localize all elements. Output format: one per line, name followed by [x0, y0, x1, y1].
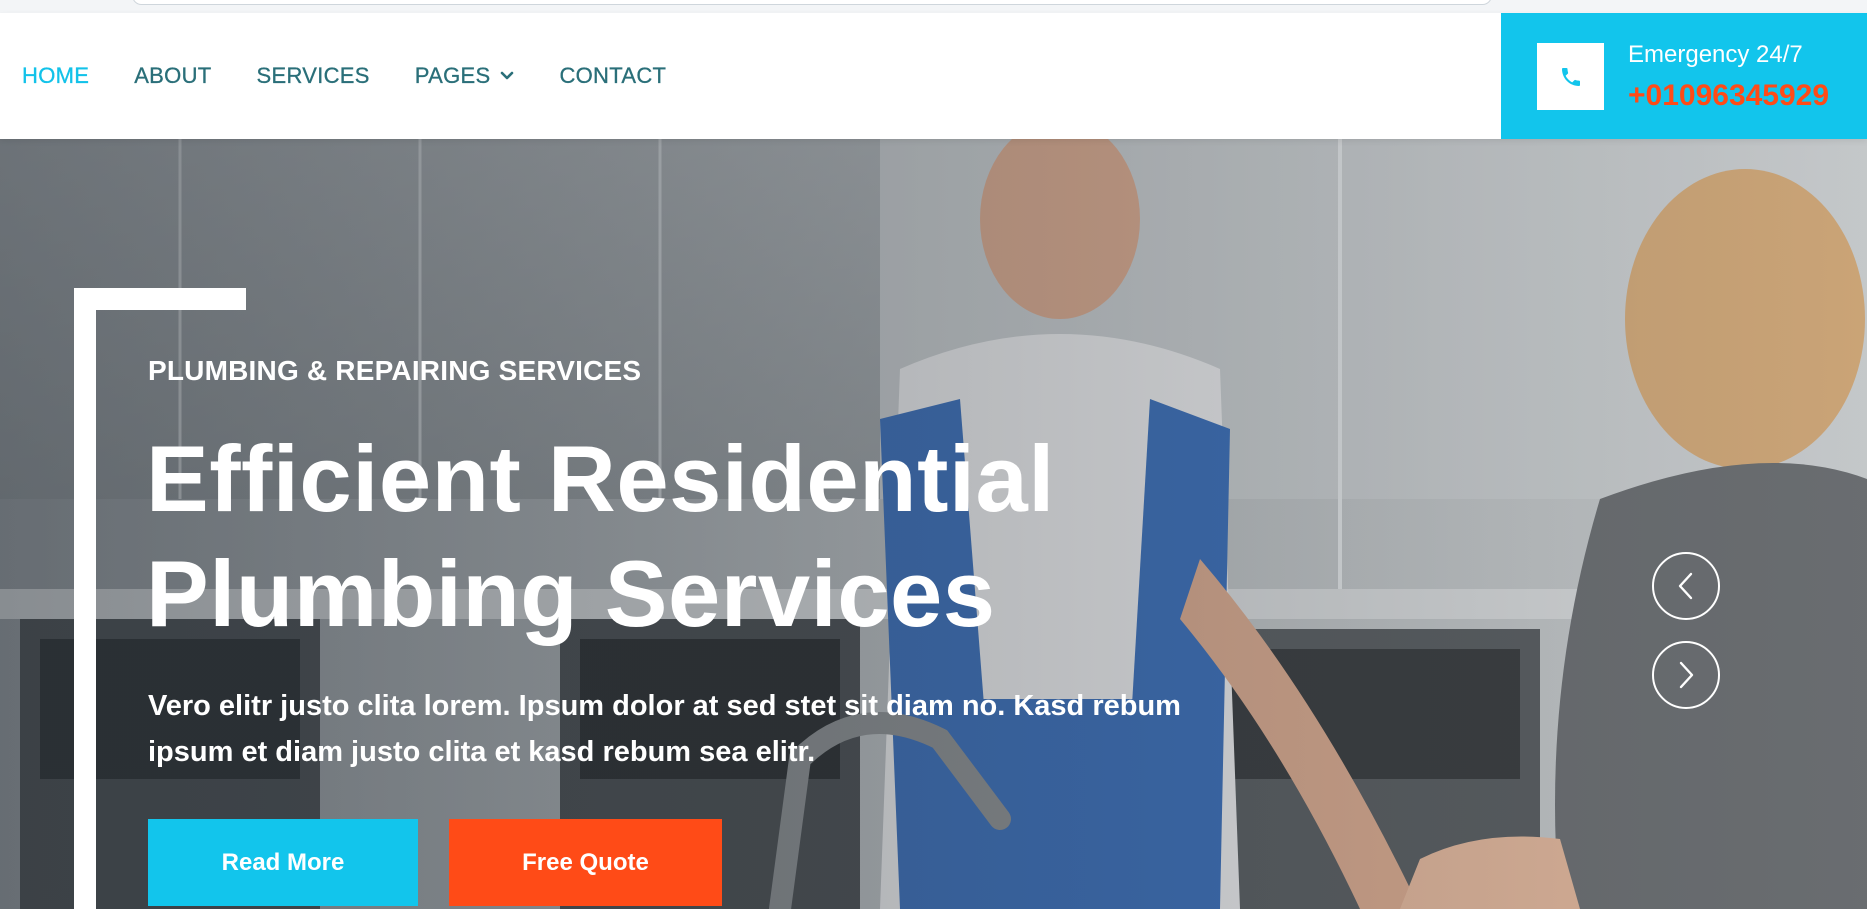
hero-headline: Efficient Residential Plumbing Services	[146, 421, 1146, 651]
chevron-down-icon	[501, 71, 514, 80]
nav-item-contact[interactable]: CONTACT	[559, 63, 666, 89]
emergency-label: Emergency 24/7	[1628, 41, 1803, 68]
site-header: HOME ABOUT SERVICES PAGES CONTACT Emerge…	[0, 13, 1867, 139]
decorative-frame-horizontal	[74, 288, 246, 310]
browser-top-strip	[0, 0, 1867, 13]
hero-headline-line-1: Efficient Residential	[146, 426, 1055, 531]
phone-icon	[1561, 67, 1580, 86]
main-nav: HOME ABOUT SERVICES PAGES CONTACT	[22, 13, 711, 139]
read-more-button[interactable]: Read More	[148, 819, 418, 906]
nav-item-pages-label: PAGES	[414, 63, 491, 88]
nav-item-pages[interactable]: PAGES	[415, 63, 515, 89]
decorative-frame-vertical	[74, 288, 96, 909]
hero-headline-line-2: Plumbing Services	[146, 541, 996, 646]
free-quote-button[interactable]: Free Quote	[449, 819, 722, 906]
chevron-left-icon	[1678, 572, 1693, 600]
emergency-contact: Emergency 24/7 +01096345929	[1501, 13, 1867, 139]
hero-carousel: PLUMBING & REPAIRING SERVICES Efficient …	[0, 139, 1867, 909]
carousel-next-button[interactable]	[1652, 641, 1720, 709]
carousel-prev-button[interactable]	[1652, 552, 1720, 620]
phone-icon-box	[1537, 43, 1604, 110]
emergency-phone-number[interactable]: +01096345929	[1628, 79, 1829, 113]
nav-item-about[interactable]: ABOUT	[134, 63, 211, 89]
hero-kicker: PLUMBING & REPAIRING SERVICES	[148, 355, 642, 386]
hero-description: Vero elitr justo clita lorem. Ipsum dolo…	[148, 690, 1181, 768]
chevron-right-icon	[1679, 661, 1694, 689]
nav-item-home[interactable]: HOME	[22, 63, 89, 89]
address-bar-edge	[132, 0, 1492, 5]
nav-item-services[interactable]: SERVICES	[256, 63, 370, 89]
